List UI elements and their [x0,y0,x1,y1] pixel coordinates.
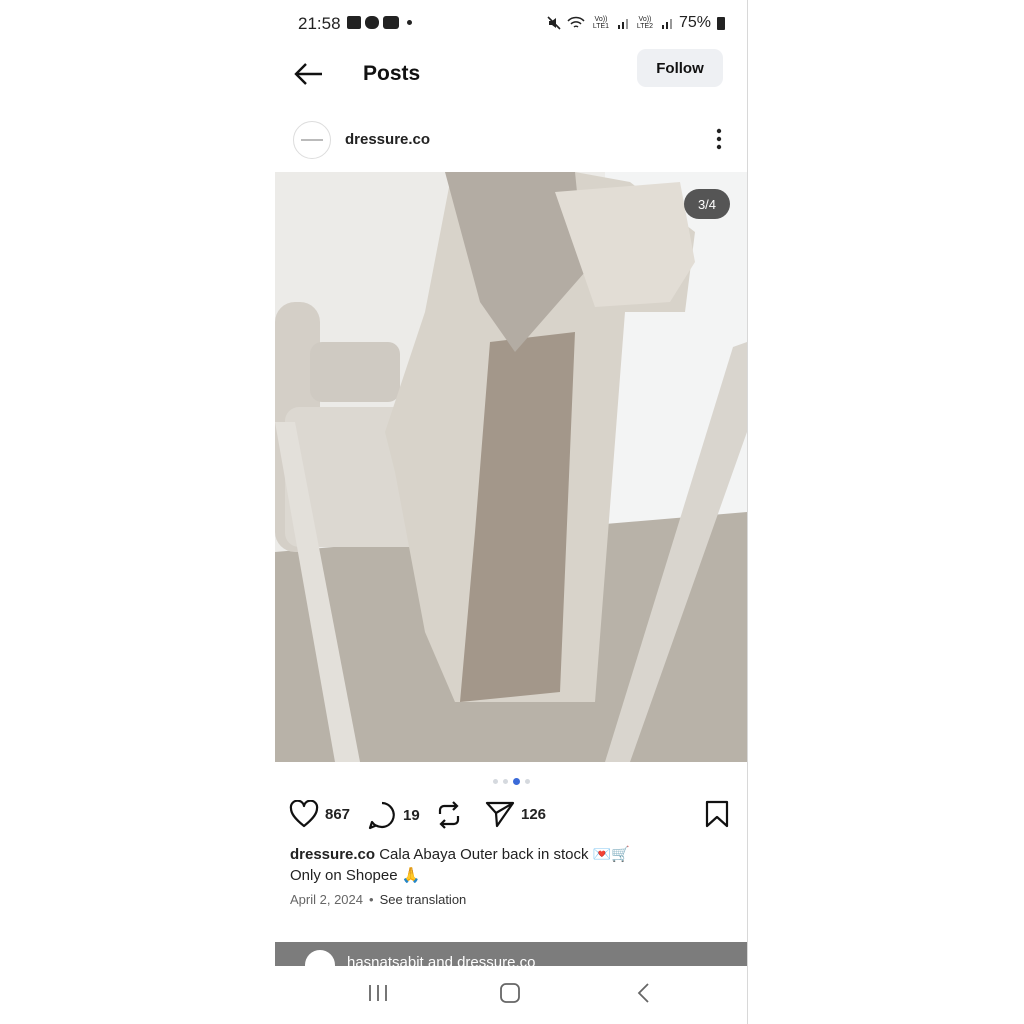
system-icons: Vo)) LTE1 Vo)) LTE2 75% [547,14,725,32]
more-options-button[interactable] [711,126,727,152]
signal-icon [661,19,672,29]
post-actions: 867 19 126 [275,798,747,834]
carousel-page-badge: 3/4 [684,189,730,219]
photo-illustration [275,172,747,762]
battery-icon [717,16,725,30]
post-image[interactable]: 3/4 [275,172,747,762]
lte2-label: Vo)) LTE2 [636,16,654,30]
share-count: 126 [521,805,547,823]
wifi-icon [567,16,585,28]
heart-icon [289,800,319,828]
meta-separator: • [369,892,374,907]
gallery-icon [347,16,361,29]
post-date: April 2, 2024 [290,892,363,907]
youtube-icon [383,16,399,29]
system-nav-bar [275,966,747,1024]
back-button[interactable] [293,60,325,88]
like-button[interactable]: 867 [289,800,350,828]
next-post-header: hasnatsabit and dressure.co [275,942,747,966]
battery-percent: 75% [678,14,711,31]
carousel-dot [492,778,498,784]
signal-icon [617,19,628,29]
recents-icon [369,985,387,1001]
carousel-dot [502,778,508,784]
logo-icon [301,139,323,141]
cloud-icon [365,16,379,29]
caption-text-line2: Only on Shopee 🙏 [290,867,421,884]
page-title: Posts [363,62,421,85]
arrow-left-icon [294,63,322,85]
post-caption: dressure.co Cala Abaya Outer back in sto… [290,844,730,886]
post-author-row: dressure.co [275,118,747,164]
save-button[interactable] [705,800,729,828]
carousel-dot [524,778,530,784]
carousel-dots [275,776,747,786]
home-button[interactable] [499,982,521,1009]
post-meta: April 2, 2024 • See translation [290,892,466,907]
home-icon [500,983,520,1003]
author-name[interactable]: dressure.co [345,131,430,148]
like-count: 867 [325,805,351,823]
more-vertical-icon [716,128,722,150]
avatar[interactable] [305,950,335,966]
chevron-left-icon [637,983,649,1003]
next-post-authors[interactable]: hasnatsabit and dressure.co [347,954,535,966]
recent-apps-button[interactable] [367,982,389,1009]
mute-icon [547,16,561,30]
avatar[interactable] [293,121,331,159]
send-icon [485,801,515,828]
comment-count: 19 [403,806,420,824]
status-bar: 21:58 Vo)) LTE1 Vo)) LTE2 75% [275,0,747,48]
comment-button[interactable]: 19 [367,800,420,830]
see-translation-link[interactable]: See translation [380,892,467,907]
more-notifications-dot [407,20,412,25]
status-time: 21:58 [298,14,341,33]
phone-screen: 21:58 Vo)) LTE1 Vo)) LTE2 75% Posts Foll… [275,0,748,1024]
carousel-dot-active [512,777,520,785]
follow-button[interactable]: Follow [637,49,723,87]
bookmark-icon [705,800,729,828]
repost-button[interactable] [435,800,463,830]
back-nav-button[interactable] [633,982,655,1009]
repost-icon [438,801,460,829]
caption-text: Cala Abaya Outer back in stock 💌🛒 [379,846,631,863]
app-header: Posts Follow [275,48,747,102]
lte1-label: Vo)) LTE1 [592,16,610,30]
share-button[interactable]: 126 [485,800,546,828]
notification-icons [347,16,412,29]
comment-icon [368,801,395,830]
caption-username[interactable]: dressure.co [290,846,375,863]
